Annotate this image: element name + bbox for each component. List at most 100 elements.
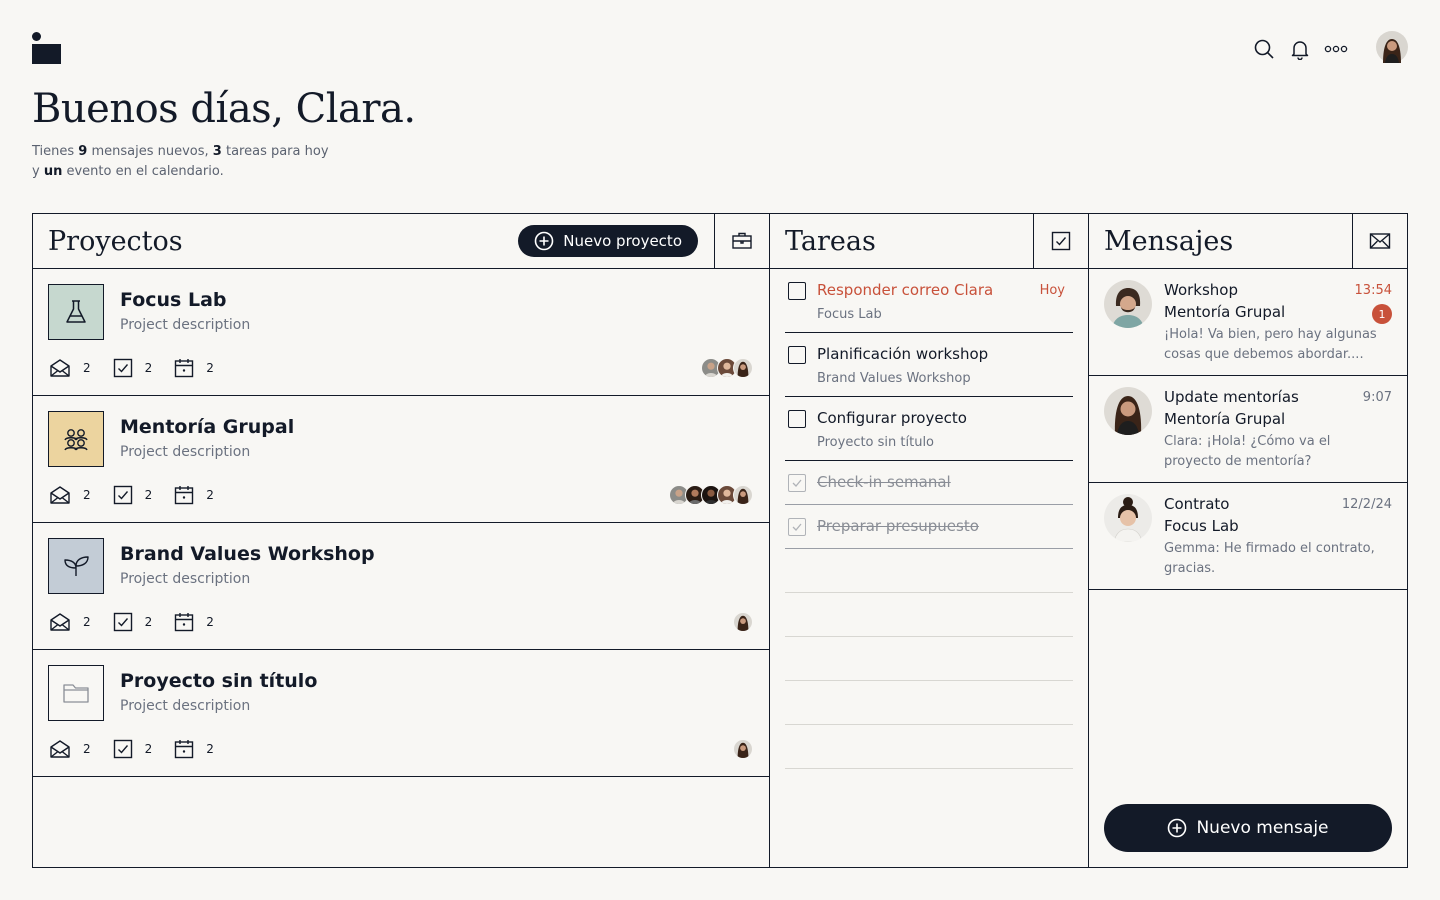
member-avatar (733, 739, 753, 759)
plus-circle-icon (534, 231, 554, 251)
checkbox-icon (113, 485, 133, 505)
message-item[interactable]: Workshop Mentoría Grupal ¡Hola! Va bien,… (1089, 269, 1407, 376)
events-stat[interactable]: 2 (174, 485, 214, 505)
top-actions (1252, 31, 1408, 67)
task-name: Configurar proyecto (817, 409, 967, 427)
project-name: Mentoría Grupal (120, 416, 295, 438)
project-thumbnail (48, 411, 104, 467)
task-item-done[interactable]: Check-in semanal (785, 461, 1073, 505)
project-members (733, 739, 753, 759)
summary-text-part: mensajes nuevos, (87, 144, 213, 159)
checkbox-icon[interactable] (1033, 214, 1088, 268)
message-preview: Gemma: He firmado el contrato, gracias. (1164, 541, 1375, 576)
tasks-today-count: 3 (212, 144, 222, 159)
empty-task-line (785, 637, 1073, 681)
tasks-header: Tareas (770, 214, 1088, 269)
messages-count: 2 (83, 361, 91, 375)
message-subject: Workshop (1164, 281, 1239, 299)
mail-open-icon (49, 358, 71, 378)
project-thumbnail (48, 665, 104, 721)
app-logo[interactable] (32, 32, 61, 64)
task-item[interactable]: Responder correo Clara Hoy Focus Lab (785, 269, 1073, 333)
member-avatar (733, 612, 753, 632)
plus-circle-icon (1167, 818, 1187, 838)
summary-text: Tienes 9 mensajes nuevos, 3 tareas para … (32, 142, 352, 182)
project-name: Proyecto sin título (120, 670, 318, 692)
project-card-focus-lab[interactable]: Focus Lab Project description 2 2 2 (33, 269, 769, 396)
bell-icon[interactable] (1288, 37, 1312, 61)
summary-text-part: Tienes (32, 144, 79, 159)
tasks-panel: Tareas Responder correo Clara Hoy Focus … (770, 214, 1089, 867)
task-checkbox[interactable] (788, 346, 806, 364)
project-description: Project description (120, 698, 251, 714)
message-time: 13:54 (1354, 283, 1392, 298)
projects-header: Proyectos Nuevo proyecto (33, 214, 769, 269)
project-name: Focus Lab (120, 289, 227, 311)
task-project: Brand Values Workshop (817, 371, 971, 386)
messages-stat[interactable]: 2 (49, 739, 91, 759)
checkbox-icon (113, 739, 133, 759)
calendar-icon (174, 358, 194, 378)
task-checkbox[interactable] (788, 282, 806, 300)
page-title: Buenos días, Clara. (32, 86, 416, 132)
more-icon[interactable] (1324, 37, 1348, 61)
checkbox-icon (113, 612, 133, 632)
task-item[interactable]: Configurar proyecto Proyecto sin título (785, 397, 1073, 461)
events-stat[interactable]: 2 (174, 358, 214, 378)
briefcase-icon[interactable] (714, 214, 769, 268)
project-card-mentoria-grupal[interactable]: Mentoría Grupal Project description 2 2 … (33, 396, 769, 523)
messages-stat[interactable]: 2 (49, 358, 91, 378)
sender-avatar (1104, 494, 1152, 542)
member-avatar (733, 485, 753, 505)
message-project: Mentoría Grupal (1164, 303, 1286, 321)
empty-task-line (785, 549, 1073, 593)
project-stats: 2 2 2 (49, 612, 236, 632)
project-stats: 2 2 2 (49, 485, 236, 505)
user-avatar[interactable] (1376, 31, 1408, 67)
project-description: Project description (120, 317, 251, 333)
messages-stat[interactable]: 2 (49, 612, 91, 632)
tasks-stat[interactable]: 2 (113, 739, 152, 759)
new-message-button[interactable]: Nuevo mensaje (1104, 804, 1392, 852)
message-project: Focus Lab (1164, 517, 1239, 535)
message-item[interactable]: Update mentorías Mentoría Grupal Clara: … (1089, 376, 1407, 483)
messages-title: Mensajes (1104, 225, 1234, 257)
task-checkbox-checked[interactable] (788, 518, 806, 536)
task-name: Check-in semanal (817, 473, 951, 491)
search-icon[interactable] (1252, 37, 1276, 61)
project-members (733, 612, 753, 632)
new-message-label: Nuevo mensaje (1196, 818, 1329, 838)
messages-stat[interactable]: 2 (49, 485, 91, 505)
new-project-button[interactable]: Nuevo proyecto (518, 225, 698, 257)
empty-task-line (785, 593, 1073, 637)
folder-icon (63, 684, 89, 703)
mail-icon[interactable] (1352, 214, 1407, 268)
tasks-stat[interactable]: 2 (113, 612, 152, 632)
message-item[interactable]: Contrato Focus Lab Gemma: He firmado el … (1089, 483, 1407, 590)
task-item-done[interactable]: Preparar presupuesto (785, 505, 1073, 549)
tasks-stat[interactable]: 2 (113, 485, 153, 505)
projects-title: Proyectos (48, 225, 183, 257)
task-item[interactable]: Planificación workshop Brand Values Work… (785, 333, 1073, 397)
tasks-count: 2 (144, 488, 153, 502)
tasks-stat[interactable]: 2 (113, 358, 152, 378)
messages-panel: Mensajes Workshop Mentoría Grupal ¡Hola!… (1089, 214, 1407, 867)
events-stat[interactable]: 2 (174, 612, 214, 632)
task-due-date: Hoy (1039, 283, 1065, 298)
project-name: Brand Values Workshop (120, 543, 375, 565)
project-card-brand-values-workshop[interactable]: Brand Values Workshop Project descriptio… (33, 523, 769, 650)
message-project: Mentoría Grupal (1164, 410, 1286, 428)
empty-task-line (785, 725, 1073, 769)
message-time: 9:07 (1362, 390, 1392, 405)
mail-open-icon (49, 739, 71, 759)
task-name: Planificación workshop (817, 345, 989, 363)
task-checkbox[interactable] (788, 410, 806, 428)
events-count: 2 (206, 742, 214, 756)
message-subject: Update mentorías (1164, 388, 1299, 406)
task-checkbox-checked[interactable] (788, 474, 806, 492)
project-card-proyecto-sin-titulo[interactable]: Proyecto sin título Project description … (33, 650, 769, 777)
project-description: Project description (120, 571, 251, 587)
unread-badge: 1 (1372, 304, 1392, 324)
message-subject: Contrato (1164, 495, 1230, 513)
events-stat[interactable]: 2 (174, 739, 214, 759)
